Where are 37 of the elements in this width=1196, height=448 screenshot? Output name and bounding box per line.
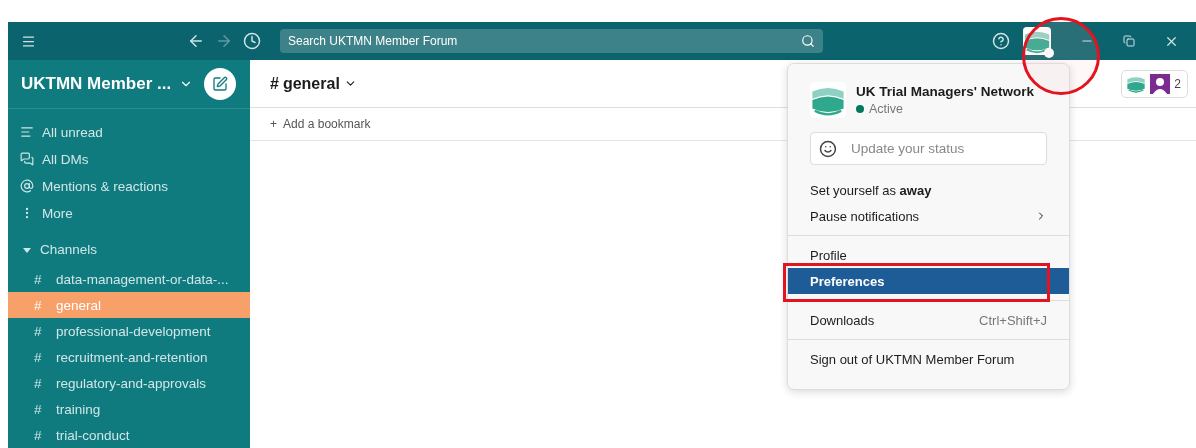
compose-icon bbox=[212, 76, 228, 92]
logo-icon bbox=[1023, 27, 1051, 55]
channel-item[interactable]: # recruitment-and-retention bbox=[8, 344, 250, 371]
user-name: UK Trial Managers' Network bbox=[856, 84, 1034, 99]
menu-item[interactable]: Pause notifications bbox=[788, 203, 1069, 229]
menu-item[interactable]: Preferences bbox=[788, 268, 1069, 294]
chat-bubbles-icon bbox=[20, 152, 34, 167]
nav-item[interactable]: Mentions & reactions bbox=[8, 172, 250, 200]
channel-item[interactable]: # regulatory-and-approvals bbox=[8, 370, 250, 397]
channel-item[interactable]: # trial-conduct bbox=[8, 422, 250, 448]
status-field[interactable]: Update your status bbox=[810, 132, 1047, 165]
nav-item[interactable]: All DMs bbox=[8, 145, 250, 173]
compose-button[interactable] bbox=[204, 68, 236, 100]
status-text: Active bbox=[869, 102, 904, 116]
search-icon bbox=[801, 34, 815, 48]
workspace-name[interactable]: UKTMN Member ... bbox=[21, 74, 194, 94]
section-header[interactable]: Channels bbox=[8, 236, 250, 263]
avatar[interactable] bbox=[1023, 27, 1051, 55]
channel-item[interactable]: # data-management-or-data-... bbox=[8, 266, 250, 293]
menu-item[interactable]: Profile bbox=[788, 242, 1069, 268]
status-input[interactable]: Update your status bbox=[848, 140, 1038, 157]
smiley-icon bbox=[819, 139, 837, 158]
search-field[interactable]: Search UKTMN Member Forum bbox=[280, 29, 823, 53]
nav-item[interactable]: All unread bbox=[8, 118, 250, 146]
channel-item[interactable]: # training bbox=[8, 396, 250, 423]
lines-icon bbox=[20, 125, 34, 140]
at-sign-icon bbox=[20, 179, 34, 194]
members-button[interactable]: 2 bbox=[1121, 69, 1188, 98]
menu-item[interactable]: Sign out of UKTMN Member Forum bbox=[788, 346, 1069, 372]
menu-item[interactable]: Downloads Ctrl+Shift+J bbox=[788, 307, 1069, 333]
add-bookmark-button[interactable]: + Add a bookmark bbox=[270, 117, 371, 131]
logo-icon bbox=[810, 82, 846, 118]
nav-item[interactable]: More bbox=[8, 199, 250, 227]
menu-item[interactable]: Set yourself as away bbox=[788, 177, 1069, 203]
channel-item[interactable]: # professional-development bbox=[8, 318, 250, 345]
person-icon bbox=[1150, 73, 1171, 94]
channel-title[interactable]: # general bbox=[270, 74, 357, 93]
